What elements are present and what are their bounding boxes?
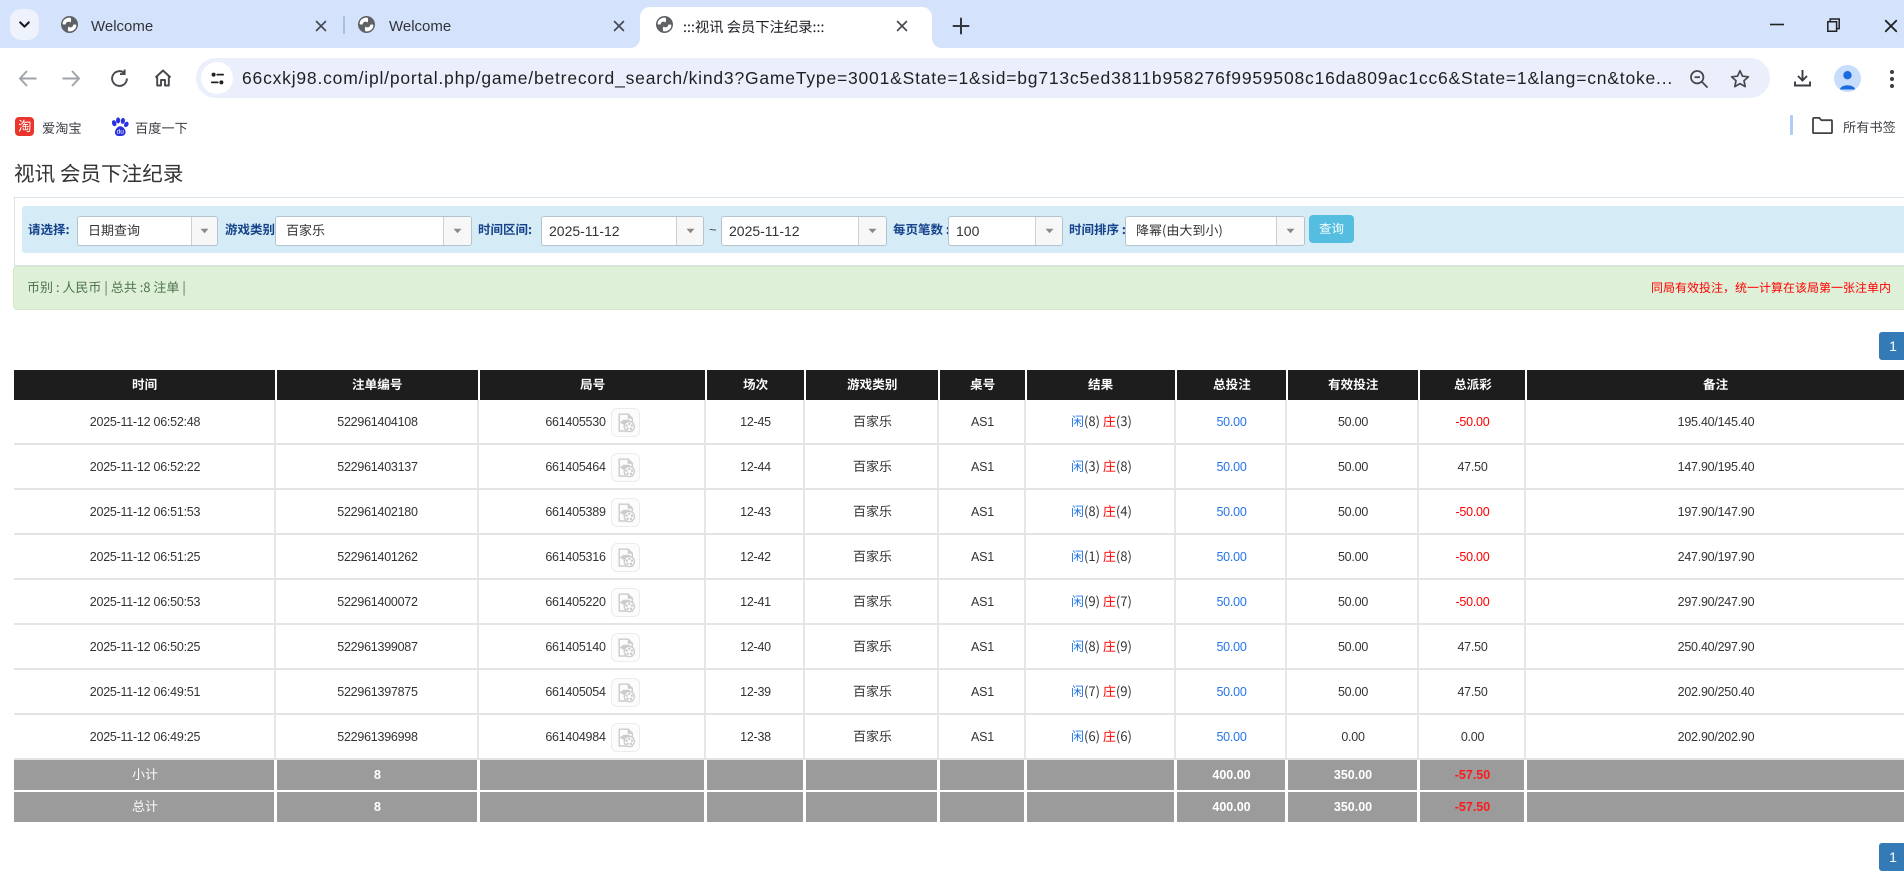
svg-text:du: du	[117, 128, 125, 135]
